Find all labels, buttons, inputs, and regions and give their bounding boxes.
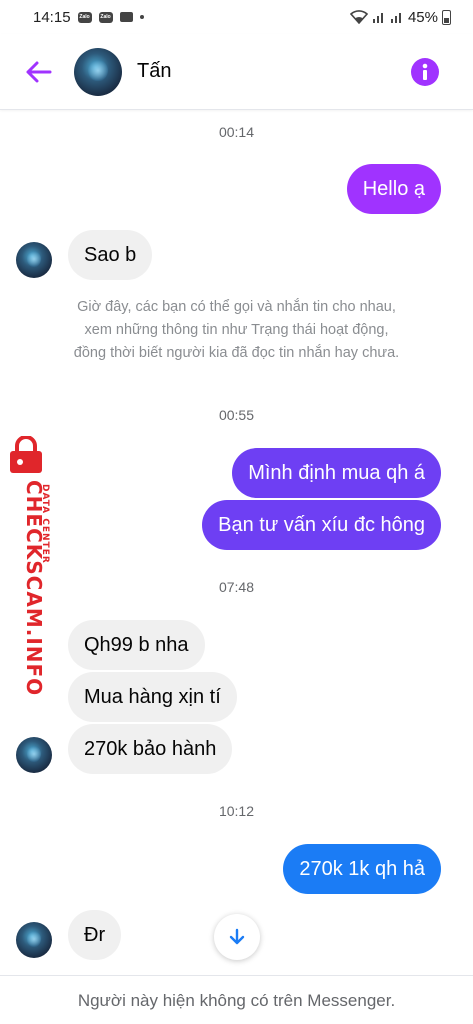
outgoing-message[interactable]: Bạn tư vấn xíu đc hông [202,500,441,550]
more-notifications-dot-icon [139,15,144,19]
timestamp: 00:55 [218,407,255,423]
scroll-to-bottom-button[interactable] [214,914,260,960]
messenger-notice: Giờ đây, các bạn có thể gọi và nhắn tin … [73,299,400,361]
status-bar: 14:15 Zalo Zalo 45% [0,0,473,34]
info-button[interactable] [411,57,439,86]
outgoing-message[interactable]: 270k 1k qh hả [283,844,441,894]
zalo-notification-icon-2: Zalo [98,11,113,23]
incoming-message[interactable]: Mua hàng xịn tí [68,672,237,722]
status-time: 14:15 [33,8,71,26]
lock-icon [10,436,42,473]
zalo-notification-icon: Zalo [77,11,92,23]
outgoing-message[interactable]: Hello ạ [346,164,441,214]
watermark-subtext: DATA CENTER [40,484,50,564]
arrow-left-icon [26,61,52,82]
sender-avatar[interactable] [16,737,52,773]
unavailable-notice: Người này hiện không có trên Messenger. [0,975,473,1024]
battery-icon [442,9,451,25]
signal-icon [372,13,383,23]
incoming-message[interactable]: Sao b [68,230,153,280]
timestamp: 10:12 [218,803,255,819]
incoming-message[interactable]: 270k bảo hành [68,724,233,774]
timestamp: 07:48 [218,579,255,595]
back-button[interactable] [8,42,68,102]
message-notification-icon [119,12,133,22]
watermark: CHECKSCAM.INFO DATA CENTER [4,436,50,696]
wifi-icon [349,10,368,24]
contact-name[interactable]: Tấn [137,60,171,83]
sender-avatar[interactable] [16,242,52,278]
arrow-down-icon [229,928,245,945]
signal-icon-2 [390,13,401,23]
sender-avatar[interactable] [16,922,52,958]
info-icon [422,63,428,80]
contact-avatar[interactable] [74,47,122,96]
timestamp: 00:14 [218,124,255,140]
incoming-message[interactable]: Qh99 b nha [68,620,205,670]
outgoing-message[interactable]: Mình định mua qh á [232,448,441,498]
incoming-message[interactable]: Đr [68,910,122,960]
battery-percent: 45% [407,8,438,26]
chat-header: Tấn [0,34,473,110]
